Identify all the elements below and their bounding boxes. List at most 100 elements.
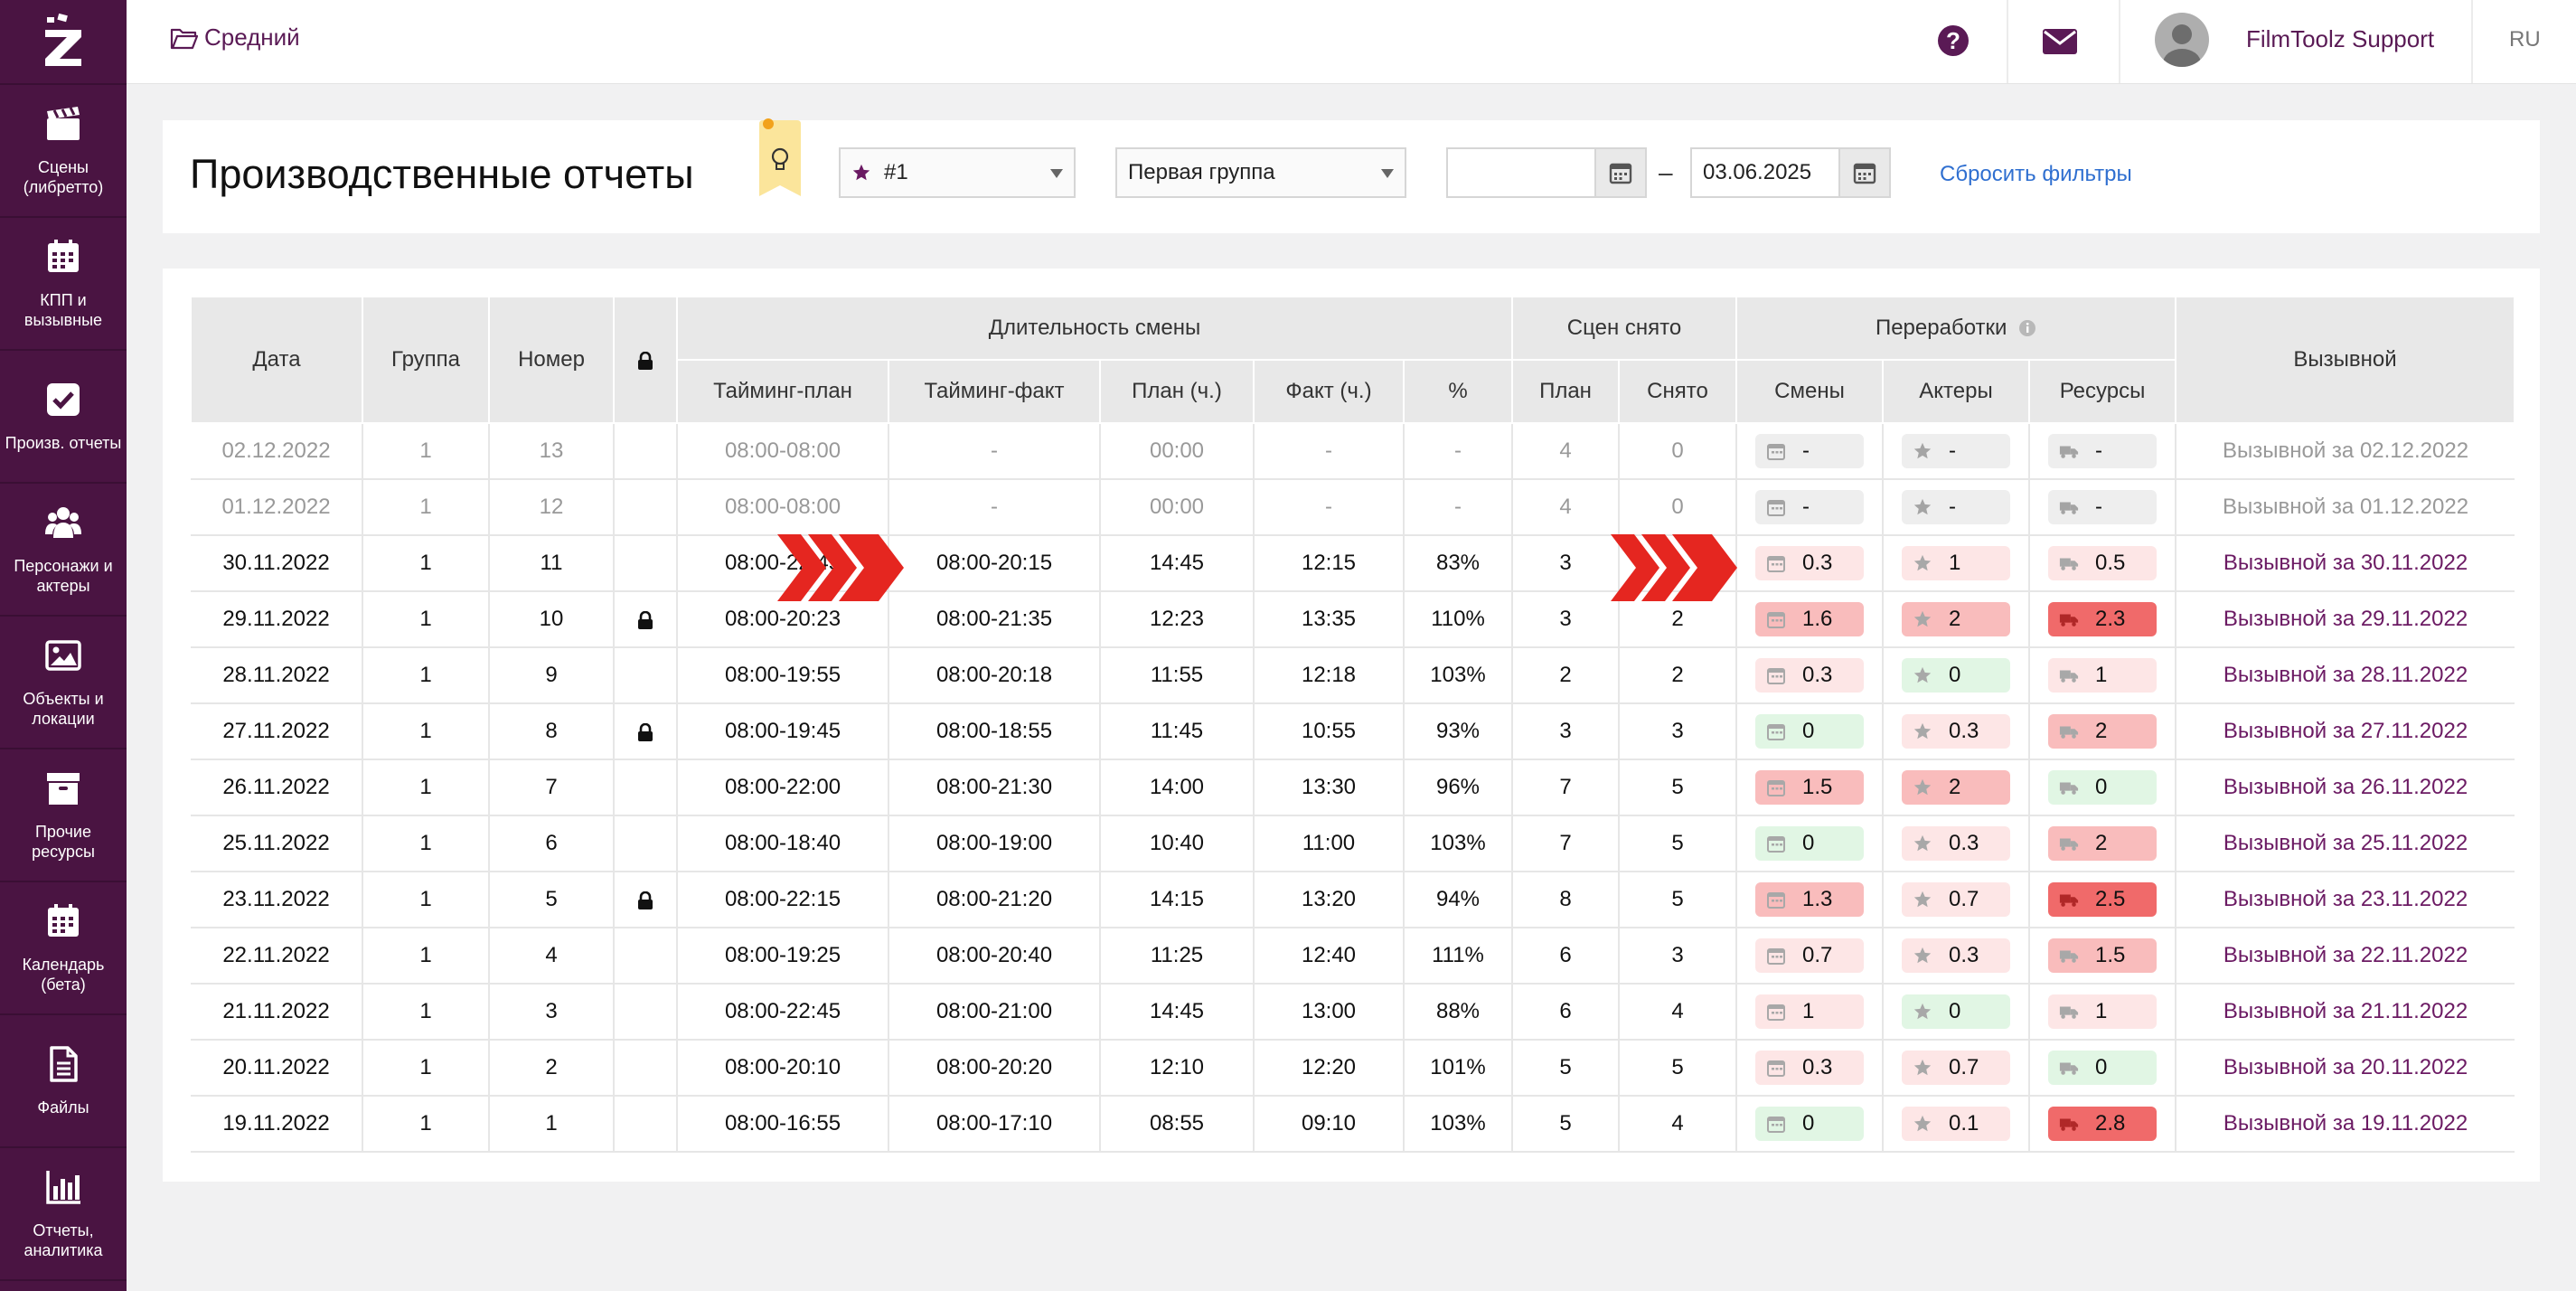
overtime-shifts-badge[interactable]: 0.3 — [1755, 1051, 1864, 1085]
sidebar-item[interactable]: Произв. отчеты — [0, 351, 127, 484]
call-sheet-link[interactable]: Вызывной за 19.11.2022 — [2175, 1096, 2515, 1153]
overtime-actors-badge[interactable]: 1 — [1902, 546, 2010, 580]
call-sheet-link[interactable]: Вызывной за 22.11.2022 — [2175, 928, 2515, 985]
sidebar-item[interactable]: Отчеты, аналитика — [0, 1148, 127, 1281]
table-row[interactable]: 20.11.2022 1 2 08:00-20:10 08:00-20:20 12:10 1… — [191, 1040, 2515, 1097]
call-sheet-link[interactable]: Вызывной за 25.11.2022 — [2175, 815, 2515, 872]
overtime-actors-badge[interactable]: 0.7 — [1902, 1051, 2010, 1085]
table-row[interactable]: 02.12.2022 1 13 08:00-08:00-00:00- -4 0- - - Выз… — [191, 423, 2515, 480]
group-select[interactable]: Первая группа — [1115, 147, 1406, 198]
overtime-resources-badge[interactable]: 1 — [2048, 658, 2158, 693]
overtime-shifts-badge[interactable]: 0 — [1755, 826, 1864, 861]
overtime-actors-badge[interactable]: 0.7 — [1902, 882, 2010, 917]
col-timing-fact: Тайминг-факт — [888, 359, 1101, 424]
calendar-icon[interactable] — [1594, 149, 1645, 196]
overtime-shifts-badge[interactable]: 0.7 — [1755, 938, 1864, 973]
overtime-resources-badge[interactable]: 2.8 — [2048, 1107, 2158, 1141]
call-sheet-link[interactable]: Вызывной за 20.11.2022 — [2175, 1040, 2515, 1097]
table-row[interactable]: 25.11.2022 1 6 08:00-18:40 08:00-19:00 10:40 1… — [191, 815, 2515, 872]
overtime-resources-badge[interactable]: 1.5 — [2048, 938, 2158, 973]
avatar[interactable] — [2155, 13, 2209, 67]
sidebar-item[interactable]: КПП и вызывные — [0, 218, 127, 351]
table-row[interactable]: 23.11.2022 1 5 08:00-22:15 08:00-21:20 14:15 1… — [191, 872, 2515, 928]
table-row[interactable]: 28.11.2022 1 9 08:00-19:55 08:00-20:18 11:55 1… — [191, 647, 2515, 704]
sidebar-item[interactable]: Календарь (бета) — [0, 882, 127, 1015]
overtime-shifts-badge[interactable]: - — [1755, 490, 1864, 524]
overtime-actors-badge[interactable]: 0.1 — [1902, 1107, 2010, 1141]
truck-icon — [2059, 1062, 2079, 1075]
overtime-resources-badge[interactable]: 0 — [2048, 1051, 2158, 1085]
call-sheet-link[interactable]: Вызывной за 01.12.2022 — [2175, 479, 2515, 536]
table-row[interactable]: 21.11.2022 1 3 08:00-22:45 08:00-21:00 14:45 1… — [191, 984, 2515, 1041]
overtime-resources-badge[interactable]: 2.3 — [2048, 602, 2158, 636]
info-icon[interactable] — [2018, 319, 2036, 337]
overtime-actors-badge[interactable]: 0 — [1902, 658, 2010, 693]
call-sheet-link[interactable]: Вызывной за 28.11.2022 — [2175, 647, 2515, 704]
overtime-shifts-badge[interactable]: 0.3 — [1755, 658, 1864, 693]
table-row[interactable]: 29.11.2022 1 10 08:00-20:23 08:00-21:35 12:23… — [191, 591, 2515, 648]
date-to-field[interactable]: 03.06.2025 — [1690, 147, 1891, 198]
overtime-actors-badge[interactable]: - — [1902, 434, 2010, 468]
language-switch[interactable]: RU — [2509, 27, 2541, 52]
call-sheet-link[interactable]: Вызывной за 21.11.2022 — [2175, 984, 2515, 1041]
overtime-actors-badge[interactable]: - — [1902, 490, 2010, 524]
call-sheet-link[interactable]: Вызывной за 23.11.2022 — [2175, 872, 2515, 928]
call-sheet-link[interactable]: Вызывной за 27.11.2022 — [2175, 703, 2515, 760]
call-sheet-link[interactable]: Вызывной за 26.11.2022 — [2175, 759, 2515, 816]
overtime-actors-badge[interactable]: 0.3 — [1902, 938, 2010, 973]
overtime-shifts-badge[interactable]: 1 — [1755, 994, 1864, 1029]
overtime-shifts-badge[interactable]: 1.5 — [1755, 770, 1864, 805]
calendar-icon[interactable] — [1838, 149, 1889, 196]
overtime-actors-badge[interactable]: 0.3 — [1902, 826, 2010, 861]
reset-filters-link[interactable]: Сбросить фильтры — [1940, 162, 2132, 187]
overtime-resources-badge[interactable]: - — [2048, 434, 2158, 468]
cell-percent: 111% — [1403, 928, 1512, 985]
overtime-actors-badge[interactable]: 2 — [1902, 770, 2010, 805]
table-row[interactable]: 26.11.2022 1 7 08:00-22:00 08:00-21:30 14:00 1… — [191, 759, 2515, 816]
call-sheet-link[interactable]: Вызывной за 29.11.2022 — [2175, 591, 2515, 648]
mail-icon[interactable] — [2043, 29, 2077, 54]
date-from-field[interactable] — [1446, 147, 1647, 198]
unit-select[interactable]: #1 — [839, 147, 1076, 198]
overtime-shifts-badge[interactable]: 1.3 — [1755, 882, 1864, 917]
overtime-shifts-badge[interactable]: 0 — [1755, 1107, 1864, 1141]
overtime-shifts-badge[interactable]: - — [1755, 434, 1864, 468]
overtime-actors-badge[interactable]: 2 — [1902, 602, 2010, 636]
project-link[interactable]: Средний — [170, 24, 300, 52]
sidebar-item[interactable]: Персонажи и актеры — [0, 484, 127, 617]
call-sheet-link[interactable]: Вызывной за 02.12.2022 — [2175, 423, 2515, 480]
overtime-resources-badge[interactable]: 2.5 — [2048, 882, 2158, 917]
sidebar-item[interactable]: Прочие ресурсы — [0, 749, 127, 882]
sidebar-item[interactable]: Объекты и локации — [0, 617, 127, 749]
sidebar-item[interactable]: Сцены (либретто) — [0, 85, 127, 218]
sidebar-item[interactable]: Файлы — [0, 1015, 127, 1148]
cell-scenes-done: 5 — [1618, 815, 1736, 872]
help-icon[interactable]: ? — [1938, 25, 1969, 56]
table-row[interactable]: 27.11.2022 1 8 08:00-19:45 08:00-18:55 11:45 1… — [191, 703, 2515, 760]
user-name[interactable]: FilmToolz Support — [2246, 25, 2434, 53]
table-row[interactable]: 22.11.2022 1 4 08:00-19:25 08:00-20:40 11:25 1… — [191, 928, 2515, 985]
overtime-shifts-badge[interactable]: 0 — [1755, 714, 1864, 749]
overtime-resources-badge[interactable]: 2 — [2048, 826, 2158, 861]
overtime-actors-badge[interactable]: 0 — [1902, 994, 2010, 1029]
cell-scenes-plan: 6 — [1511, 984, 1619, 1041]
call-sheet-link[interactable]: Вызывной за 30.11.2022 — [2175, 535, 2515, 592]
col-group[interactable]: Группа — [362, 296, 490, 424]
overtime-resources-badge[interactable]: 2 — [2048, 714, 2158, 749]
overtime-shifts-badge[interactable]: 1.6 — [1755, 602, 1864, 636]
table-row[interactable]: 01.12.2022 1 12 08:00-08:00-00:00- -4 0- - - Выз… — [191, 479, 2515, 536]
overtime-resources-badge[interactable]: - — [2048, 490, 2158, 524]
overtime-resources-badge[interactable]: 0 — [2048, 770, 2158, 805]
lightbulb-icon[interactable] — [757, 118, 803, 202]
app-logo[interactable] — [0, 0, 127, 85]
divider — [2119, 0, 2120, 83]
col-date[interactable]: Дата — [190, 296, 363, 424]
table-row[interactable]: 30.11.2022 1 11 08:00-22:45 08:00-20:15 14:45… — [191, 535, 2515, 592]
table-row[interactable]: 19.11.2022 1 1 08:00-16:55 08:00-17:10 08:55 0… — [191, 1096, 2515, 1153]
overtime-resources-badge[interactable]: 0.5 — [2048, 546, 2158, 580]
overtime-actors-badge[interactable]: 0.3 — [1902, 714, 2010, 749]
overtime-resources-badge[interactable]: 1 — [2048, 994, 2158, 1029]
cell-timing-plan: 08:00-18:40 — [676, 815, 888, 872]
col-number[interactable]: Номер — [488, 296, 615, 424]
overtime-shifts-badge[interactable]: 0.3 — [1755, 546, 1864, 580]
